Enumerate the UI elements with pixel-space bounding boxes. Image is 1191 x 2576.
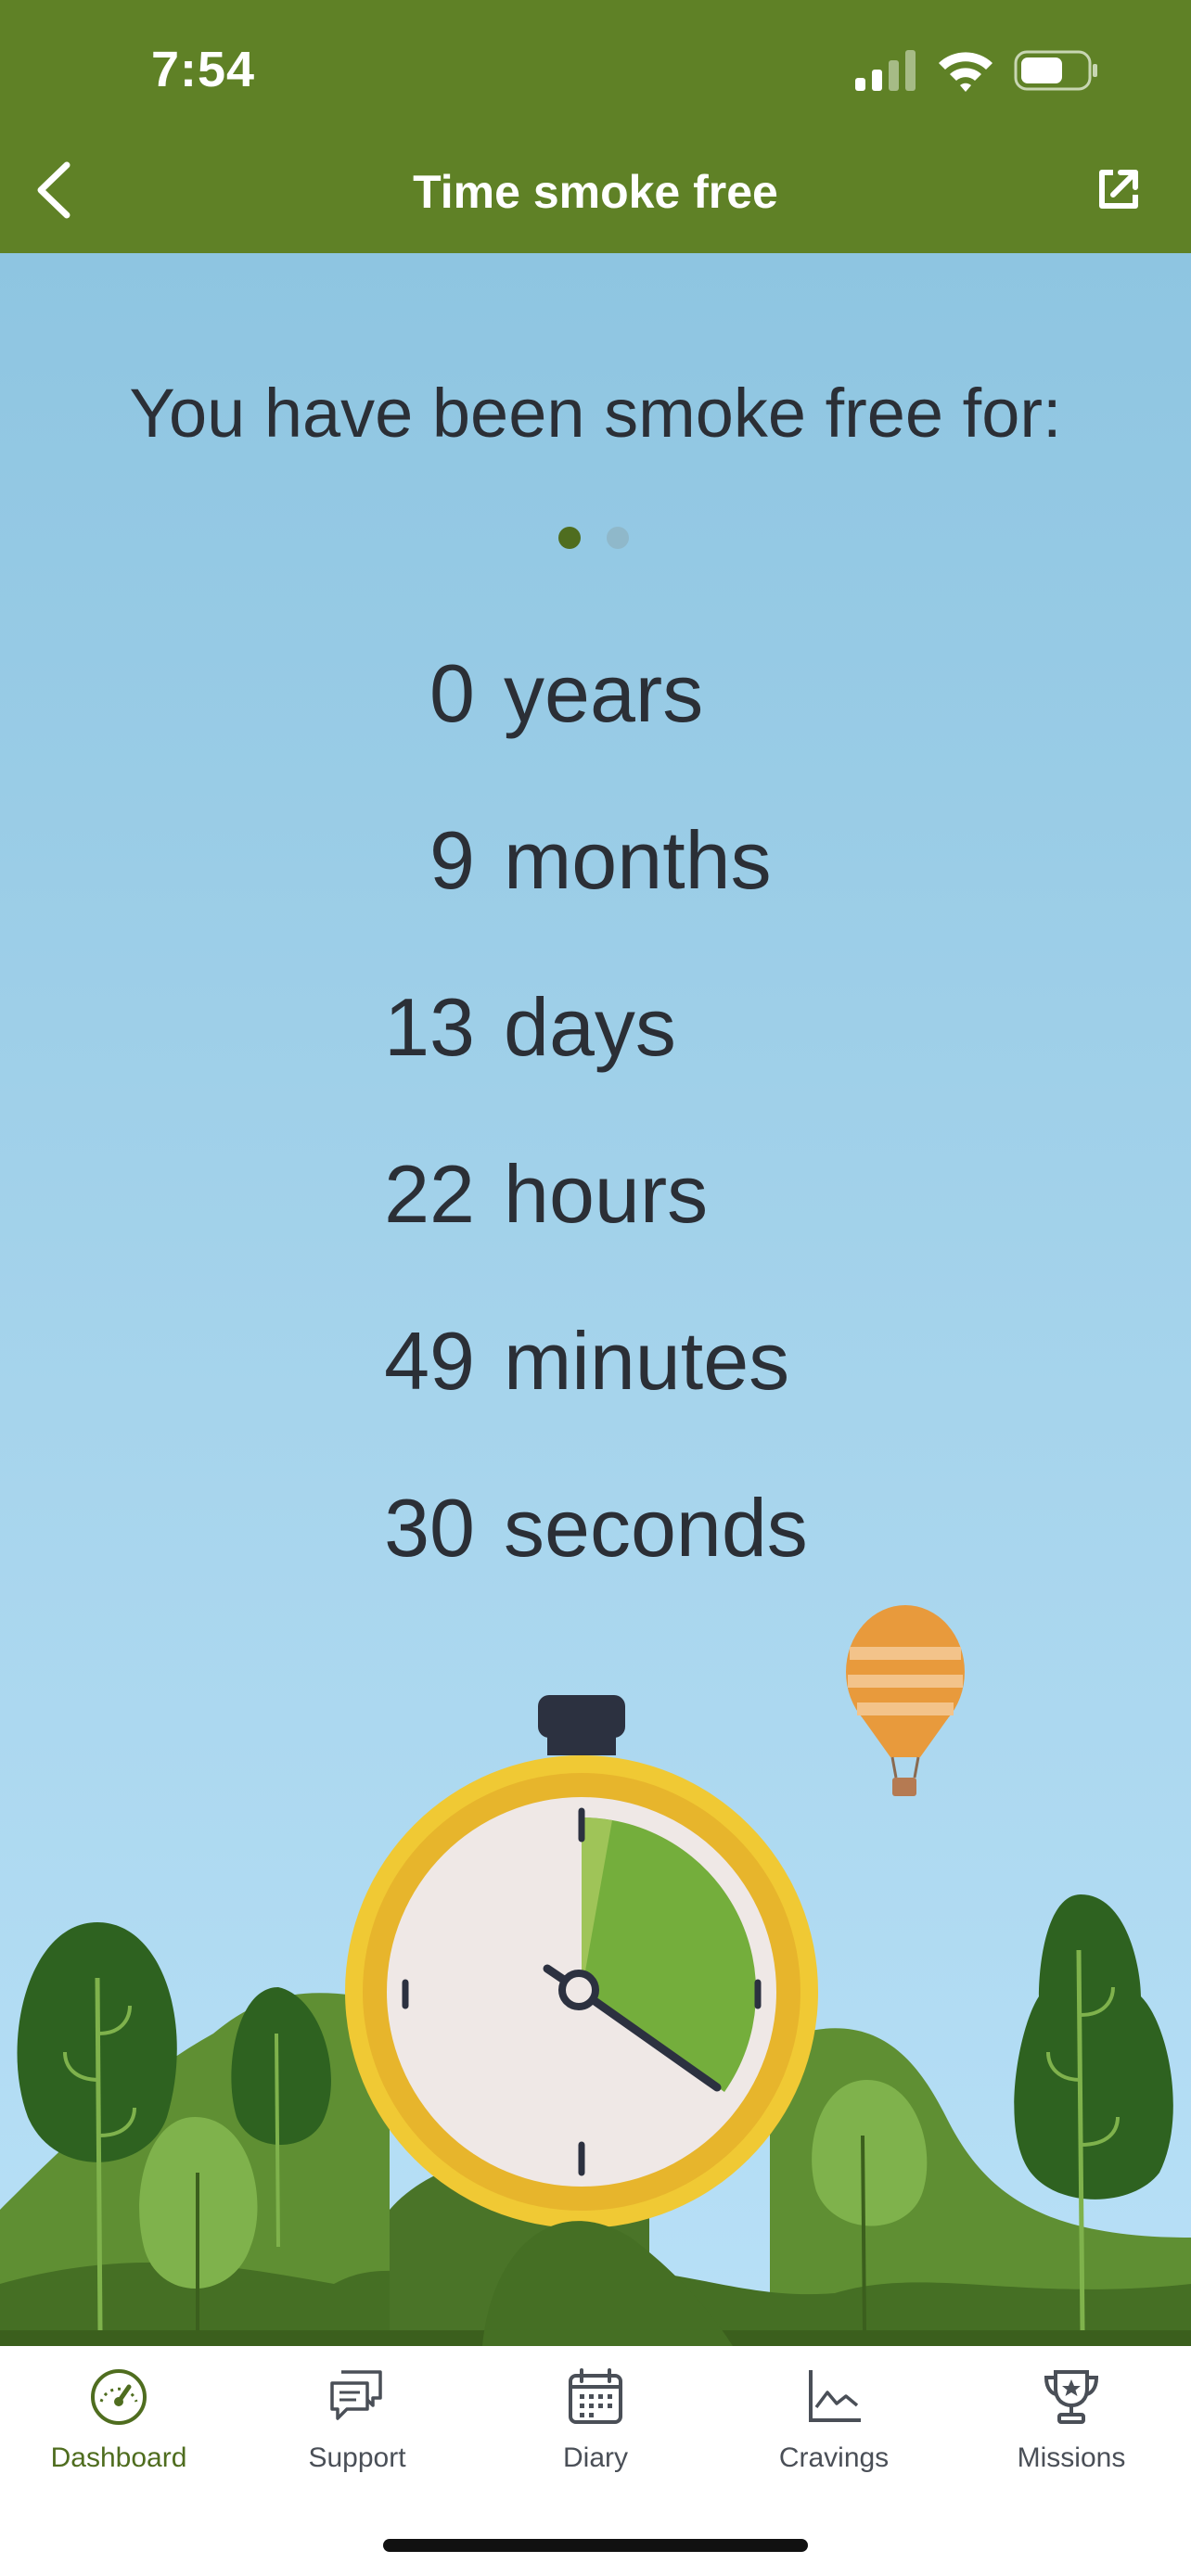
nav-cravings[interactable]: Cravings <box>727 2366 941 2487</box>
minutes-unit: minutes <box>504 1315 790 1407</box>
nav-dashboard[interactable]: Dashboard <box>12 2366 225 2487</box>
trophy-icon <box>1044 2370 1099 2424</box>
minutes-row: 49 minutes <box>0 1314 1191 1416</box>
battery-icon <box>1014 50 1097 91</box>
chat-bubbles-icon <box>330 2370 382 2420</box>
top-bar: 7:54 Time smoke free <box>0 0 1191 253</box>
years-row: 0 years <box>0 646 1191 748</box>
nav-missions[interactable]: Missions <box>965 2366 1178 2487</box>
hours-unit: hours <box>504 1148 709 1240</box>
nav-diary-label: Diary <box>562 2442 628 2473</box>
days-unit: days <box>504 981 676 1073</box>
days-value: 13 <box>384 981 475 1073</box>
seconds-value: 30 <box>384 1482 475 1574</box>
line-chart-icon <box>809 2370 861 2422</box>
nav-support[interactable]: Support <box>250 2366 464 2487</box>
minutes-value: 49 <box>384 1315 475 1407</box>
page-dot-2[interactable] <box>607 527 629 549</box>
wifi-icon <box>939 52 992 92</box>
page-title: Time smoke free <box>413 166 778 218</box>
stopwatch-icon <box>345 1695 818 2228</box>
home-indicator[interactable] <box>383 2539 808 2552</box>
days-row: 13 days <box>0 980 1191 1082</box>
status-time: 7:54 <box>151 42 256 97</box>
hot-air-balloon-icon <box>846 1605 965 1796</box>
share-icon[interactable] <box>1093 163 1145 215</box>
seconds-unit: seconds <box>504 1482 808 1574</box>
years-unit: years <box>504 647 704 739</box>
calendar-icon <box>569 2368 622 2424</box>
months-unit: months <box>504 814 772 906</box>
landscape-illustration <box>0 1605 1191 2346</box>
months-value: 9 <box>429 814 475 906</box>
months-row: 9 months <box>0 813 1191 915</box>
nav-diary[interactable]: Diary <box>489 2366 702 2487</box>
nav-dashboard-label: Dashboard <box>50 2442 187 2473</box>
hours-row: 22 hours <box>0 1147 1191 1249</box>
page-indicator[interactable] <box>558 527 633 551</box>
dashboard-gauge-icon <box>91 2369 147 2425</box>
smoke-free-panel[interactable]: You have been smoke free for: 0 years 9 … <box>0 253 1191 2346</box>
page-dot-1[interactable] <box>558 527 581 549</box>
cellular-signal-icon <box>855 50 916 91</box>
intro-text: You have been smoke free for: <box>129 375 1062 452</box>
nav-cravings-label: Cravings <box>778 2442 890 2473</box>
nav-missions-label: Missions <box>1017 2442 1126 2473</box>
years-value: 0 <box>429 647 475 739</box>
nav-support-label: Support <box>308 2442 406 2473</box>
hours-value: 22 <box>384 1148 475 1240</box>
seconds-row: 30 seconds <box>0 1481 1191 1583</box>
